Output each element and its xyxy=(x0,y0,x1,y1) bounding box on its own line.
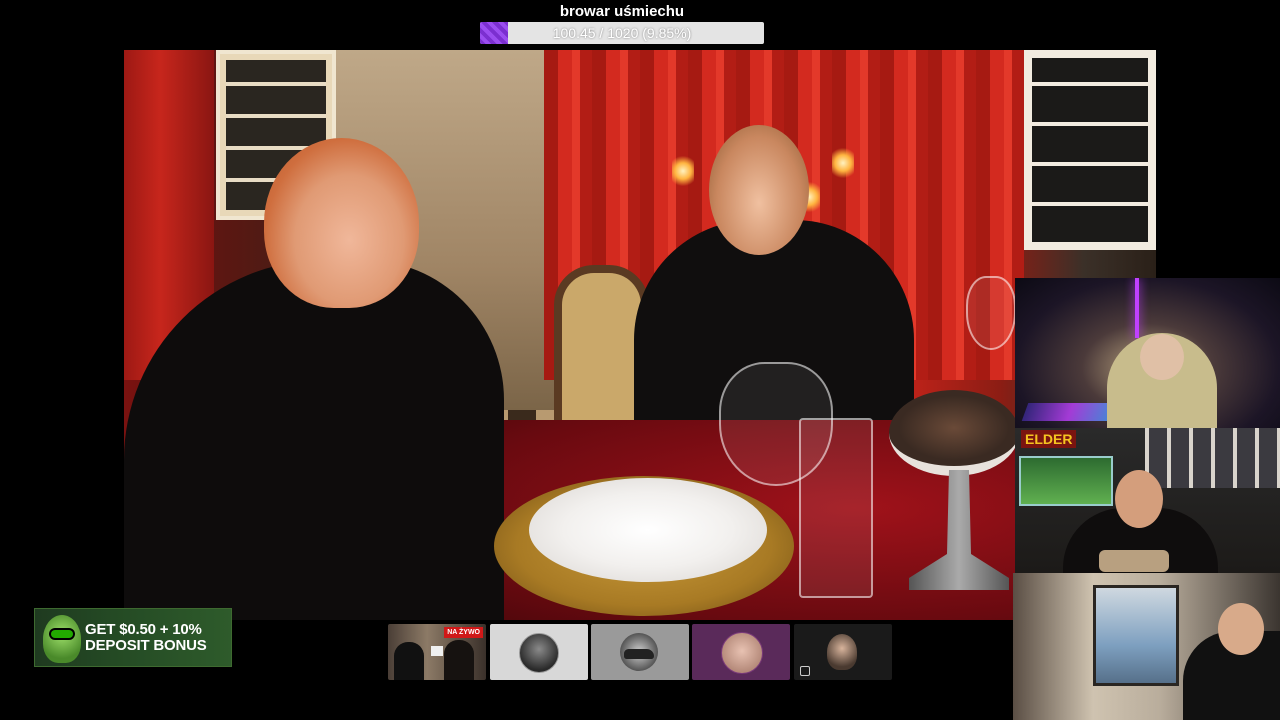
deposit-bonus-banner[interactable]: GET $0.50 + 10% DEPOSIT BONUS xyxy=(34,608,232,667)
stream-thumb-1[interactable]: NA ŻYWO xyxy=(388,624,486,680)
avatar xyxy=(519,633,559,673)
video-plate xyxy=(529,478,767,582)
room-window xyxy=(1093,585,1179,686)
keyboard xyxy=(1021,403,1119,421)
bookshelf xyxy=(1145,428,1280,488)
webcam-top xyxy=(1015,278,1280,428)
video-person-left-head xyxy=(264,138,419,308)
webcam-streamer-head xyxy=(1115,470,1163,528)
desk-pad xyxy=(1099,550,1169,572)
banner-line-1: GET $0.50 + 10% xyxy=(85,621,202,638)
elder-logo: ELDER xyxy=(1021,430,1077,448)
goal-title: browar uśmiechu xyxy=(559,3,685,20)
video-lamp xyxy=(672,154,694,188)
thumb-monitor xyxy=(431,646,443,656)
goal-progress-text: 100.45 / 1020 (9.85%) xyxy=(552,25,692,41)
webcam-streamer-head xyxy=(1218,603,1264,655)
avatar xyxy=(827,634,857,670)
webcam-bottom xyxy=(1013,573,1280,720)
video-person-center-head xyxy=(709,125,809,255)
avatar xyxy=(721,632,763,674)
stream-thumb-5[interactable] xyxy=(794,624,892,680)
webcam-streamer-head xyxy=(1140,334,1184,380)
stream-thumb-4[interactable] xyxy=(692,624,790,680)
car-avatar xyxy=(620,633,658,671)
video-water-glass xyxy=(799,418,873,598)
stream-thumb-3[interactable] xyxy=(591,624,689,680)
banner-line-2: DEPOSIT BONUS xyxy=(85,637,207,654)
goal-progress-bar: 100.45 / 1020 (9.85%) xyxy=(480,22,764,44)
stream-thumb-2[interactable] xyxy=(490,624,588,680)
thumb-person xyxy=(444,640,474,680)
video-wine-glass-far xyxy=(966,276,1016,350)
webcam-middle: ELDER xyxy=(1015,428,1280,573)
checkbox-icon xyxy=(800,666,810,676)
aquarium xyxy=(1019,456,1113,506)
mascot-icon xyxy=(43,615,81,663)
video-lamp xyxy=(832,146,854,180)
live-badge: NA ŻYWO xyxy=(444,627,483,638)
thumb-person xyxy=(394,642,424,680)
main-video-player[interactable] xyxy=(124,50,1156,620)
video-cake xyxy=(889,390,1019,476)
neon-light xyxy=(1135,278,1139,338)
video-window-right xyxy=(1024,50,1156,250)
